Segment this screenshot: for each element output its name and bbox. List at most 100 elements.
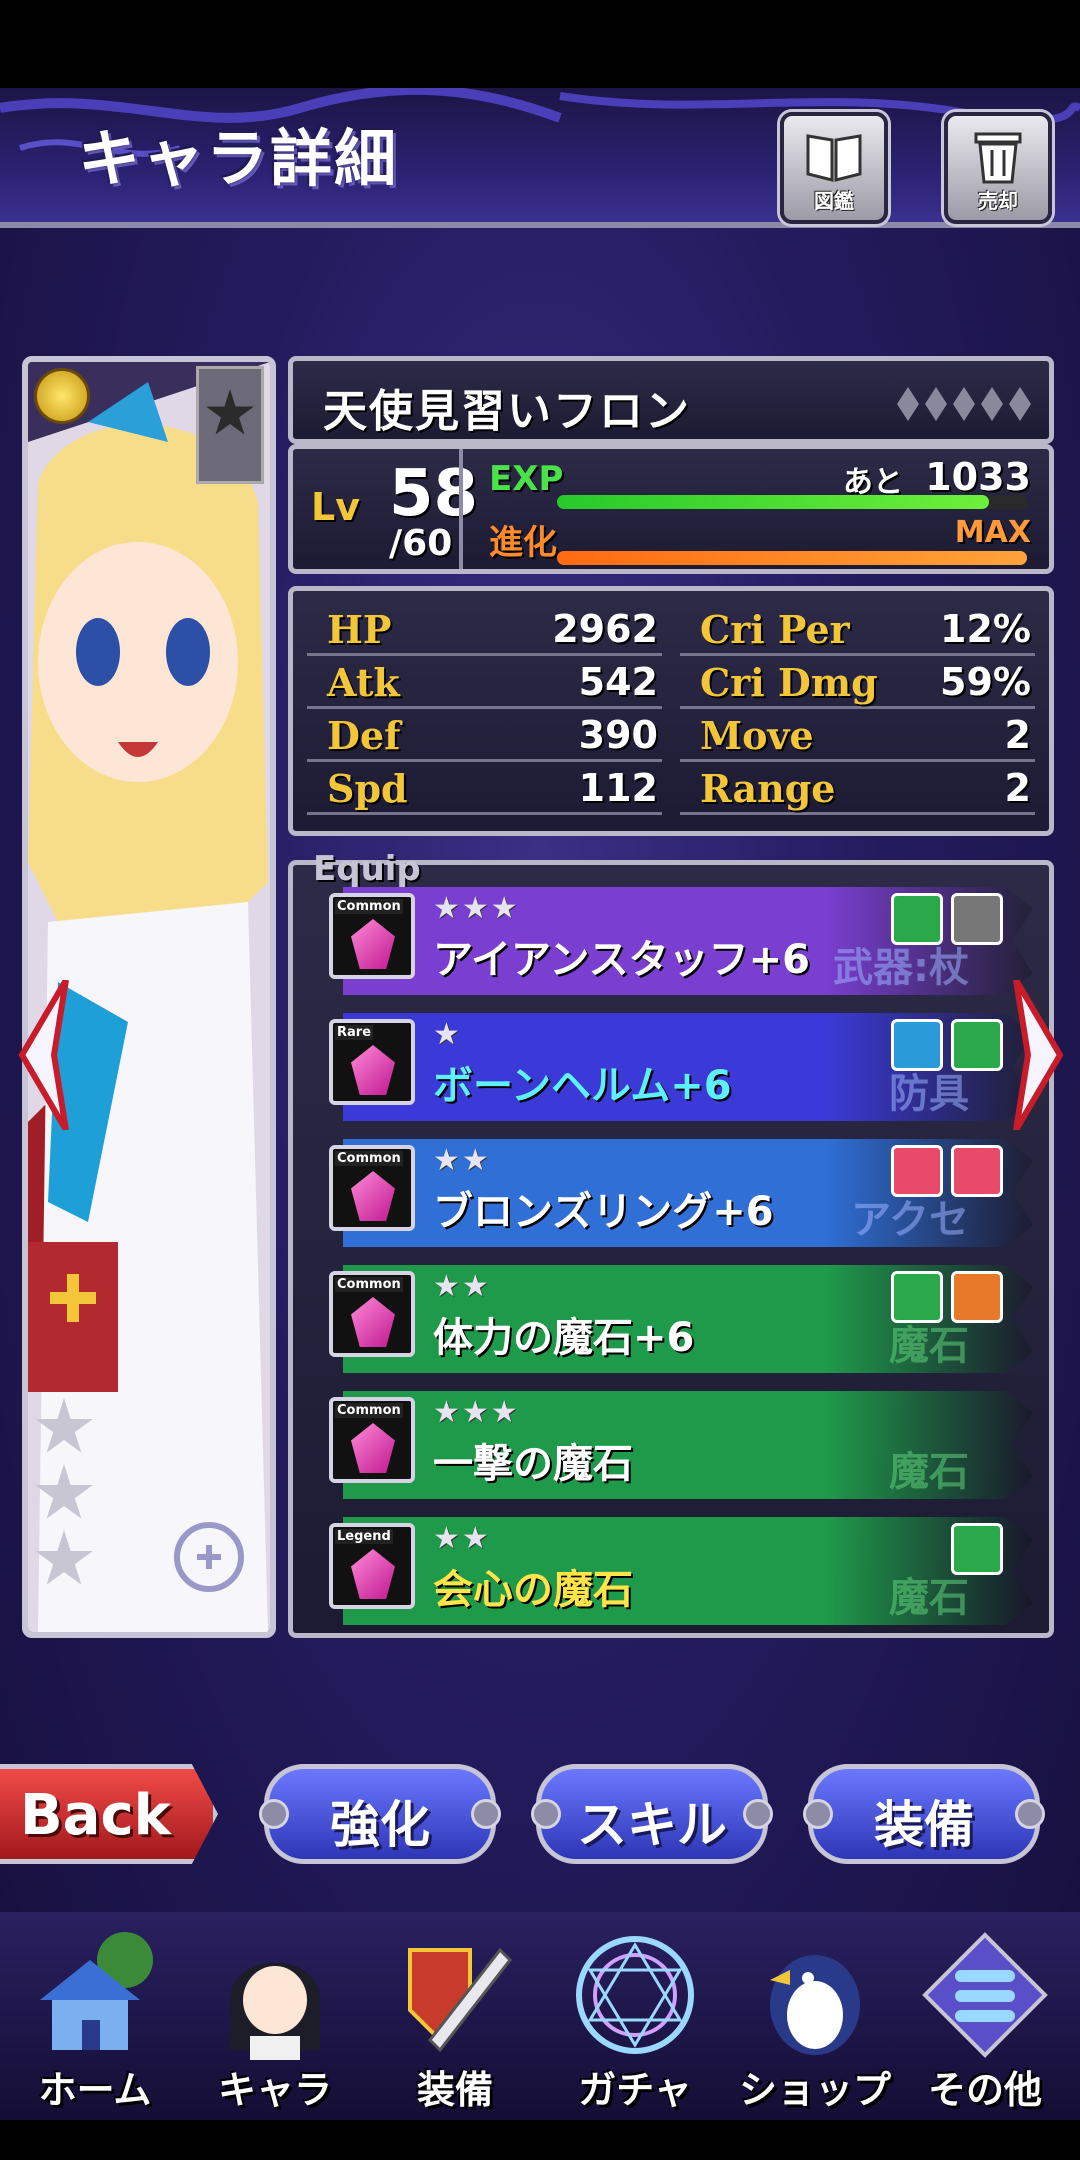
stat-label: HP	[327, 607, 392, 652]
nav-other[interactable]: その他	[900, 1920, 1070, 2120]
equip-item-icon	[351, 1297, 395, 1347]
level-panel: Lv 58 /60 EXP あと 1033 進化 MAX	[288, 444, 1054, 574]
magic-circle-icon	[576, 1936, 694, 2054]
sell-label: 売却	[978, 189, 1018, 213]
next-character-arrow-icon[interactable]	[1010, 980, 1066, 1130]
book-icon	[806, 134, 862, 182]
skill-button[interactable]: スキル	[531, 1764, 773, 1864]
equip-item-thumbnail: Legend	[329, 1523, 415, 1609]
equip-rarity: Common	[335, 1151, 403, 1166]
stat-label: Move	[700, 713, 814, 758]
stat-value: 542	[578, 660, 658, 704]
stat-def: Def 390	[307, 711, 662, 762]
nav-home-label: ホーム	[38, 2068, 152, 2112]
stat-value: 12%	[940, 607, 1031, 651]
stat-hp: HP 2962	[307, 605, 662, 656]
equip-item[interactable]: Legend ★★ 会心の魔石 魔石	[329, 1509, 1033, 1625]
equip-effect-icons	[891, 893, 1003, 945]
stat-value: 112	[578, 766, 658, 810]
shield-icon	[951, 1523, 1003, 1575]
status-bar-area	[0, 0, 1080, 88]
character-name-panel: 天使見習いフロン	[288, 356, 1054, 444]
equip-name: 体力の魔石+6	[433, 1315, 695, 1361]
stat-value: 2962	[552, 607, 658, 651]
equip-item-icon	[351, 1423, 395, 1473]
equip-name: ボーンヘルム+6	[433, 1063, 732, 1109]
shield-icon	[891, 1271, 943, 1323]
boot-icon	[891, 1019, 943, 1071]
heart-icon	[891, 1145, 943, 1197]
equip-item-thumbnail: Common	[329, 893, 415, 979]
equip-stars: ★★★	[433, 891, 520, 926]
equip-item[interactable]: Common ★★ ブロンズリング+6 アクセ	[329, 1131, 1033, 1247]
system-nav-area	[0, 2120, 1080, 2160]
diamond-icon	[1009, 387, 1031, 421]
stat-value: 2	[1004, 713, 1031, 757]
equip-effect-icons	[891, 1145, 1003, 1197]
equip-item-icon	[351, 1171, 395, 1221]
exp-bar	[557, 495, 1027, 509]
nav-gacha[interactable]: ガチャ	[550, 1920, 720, 2120]
game-screen: キャラ詳細 図鑑 売却 天使見習いフロン Lv 58 /60 EXP あと 10…	[0, 0, 1080, 2160]
nav-character-label: キャラ	[217, 2068, 332, 2112]
stat-move: Move 2	[680, 711, 1035, 762]
nav-equipment[interactable]: 装備	[370, 1920, 540, 2120]
stat-range: Range 2	[680, 764, 1035, 815]
equip-stars: ★★★	[433, 1395, 520, 1430]
equip-item-icon	[351, 1549, 395, 1599]
equip-name: アイアンスタッフ+6	[433, 937, 810, 983]
shield-percent-icon	[891, 893, 943, 945]
equip-name: ブロンズリング+6	[433, 1189, 774, 1235]
rarity-diamonds	[897, 387, 1031, 421]
stat-label: Range	[700, 766, 836, 811]
divider	[459, 449, 463, 569]
equip-rarity: Rare	[335, 1025, 374, 1040]
sell-button[interactable]: 売却	[944, 112, 1052, 224]
encyclopedia-label: 図鑑	[814, 189, 854, 213]
equip-panel: Equip Common ★★★ アイアンスタッフ+6 武器:杖 Rare ★ ボーンヘルム…	[288, 849, 1054, 1638]
shield-icon	[951, 1019, 1003, 1071]
prev-character-arrow-icon[interactable]	[16, 980, 72, 1130]
equip-name: 会心の魔石	[433, 1567, 633, 1613]
back-button[interactable]: Back	[0, 1764, 218, 1864]
equip-item[interactable]: Common ★★★ 一撃の魔石 魔石	[329, 1383, 1033, 1499]
nav-shop[interactable]: ショップ	[730, 1920, 900, 2120]
equip-rarity: Legend	[335, 1529, 393, 1544]
stat-cri-dmg: Cri Dmg 59%	[680, 658, 1035, 709]
enhance-label: 強化	[330, 1796, 430, 1854]
equip-rarity: Common	[335, 1277, 403, 1292]
equip-item[interactable]: Rare ★ ボーンヘルム+6 防具	[329, 1005, 1033, 1121]
level-label: Lv	[311, 485, 360, 529]
nav-character[interactable]: キャラ	[190, 1920, 360, 2120]
nav-gacha-label: ガチャ	[578, 2068, 692, 2112]
equip-category: 魔石	[889, 1449, 969, 1495]
stat-value: 59%	[940, 660, 1031, 704]
enhance-button[interactable]: 強化	[259, 1764, 501, 1864]
stats-panel: HP 2962 Cri Per 12% Atk 542 Cri Dmg 59% Def 3…	[288, 586, 1054, 836]
equip-stars: ★★	[433, 1143, 491, 1178]
stat-label: Atk	[327, 660, 400, 705]
equip-effect-icons	[951, 1523, 1003, 1575]
button-knob	[743, 1799, 773, 1829]
nav-home[interactable]: ホーム	[10, 1920, 180, 2120]
sword-icon	[951, 1271, 1003, 1323]
equip-item-icon	[351, 919, 395, 969]
page-title: キャラ詳細	[78, 122, 399, 195]
equip-item[interactable]: Common ★★★ アイアンスタッフ+6 武器:杖	[329, 879, 1033, 995]
nav-shop-label: ショップ	[738, 2068, 891, 2112]
equip-item[interactable]: Common ★★ 体力の魔石+6 魔石	[329, 1257, 1033, 1373]
star-slot-icon	[196, 366, 264, 484]
exp-bar-fill	[557, 495, 990, 509]
diamond-icon	[925, 387, 947, 421]
equip-effect-icons	[891, 1019, 1003, 1071]
penguin-icon	[770, 1955, 860, 2055]
equipment-button[interactable]: 装備	[803, 1764, 1045, 1864]
equip-rarity: Common	[335, 899, 403, 914]
element-badge-icon	[34, 368, 90, 424]
encyclopedia-button[interactable]: 図鑑	[780, 112, 888, 224]
equip-stars: ★★	[433, 1521, 491, 1556]
stat-value: 2	[1004, 766, 1031, 810]
zoom-icon[interactable]	[174, 1522, 244, 1592]
heart-percent-icon	[951, 1145, 1003, 1197]
button-knob	[471, 1799, 501, 1829]
